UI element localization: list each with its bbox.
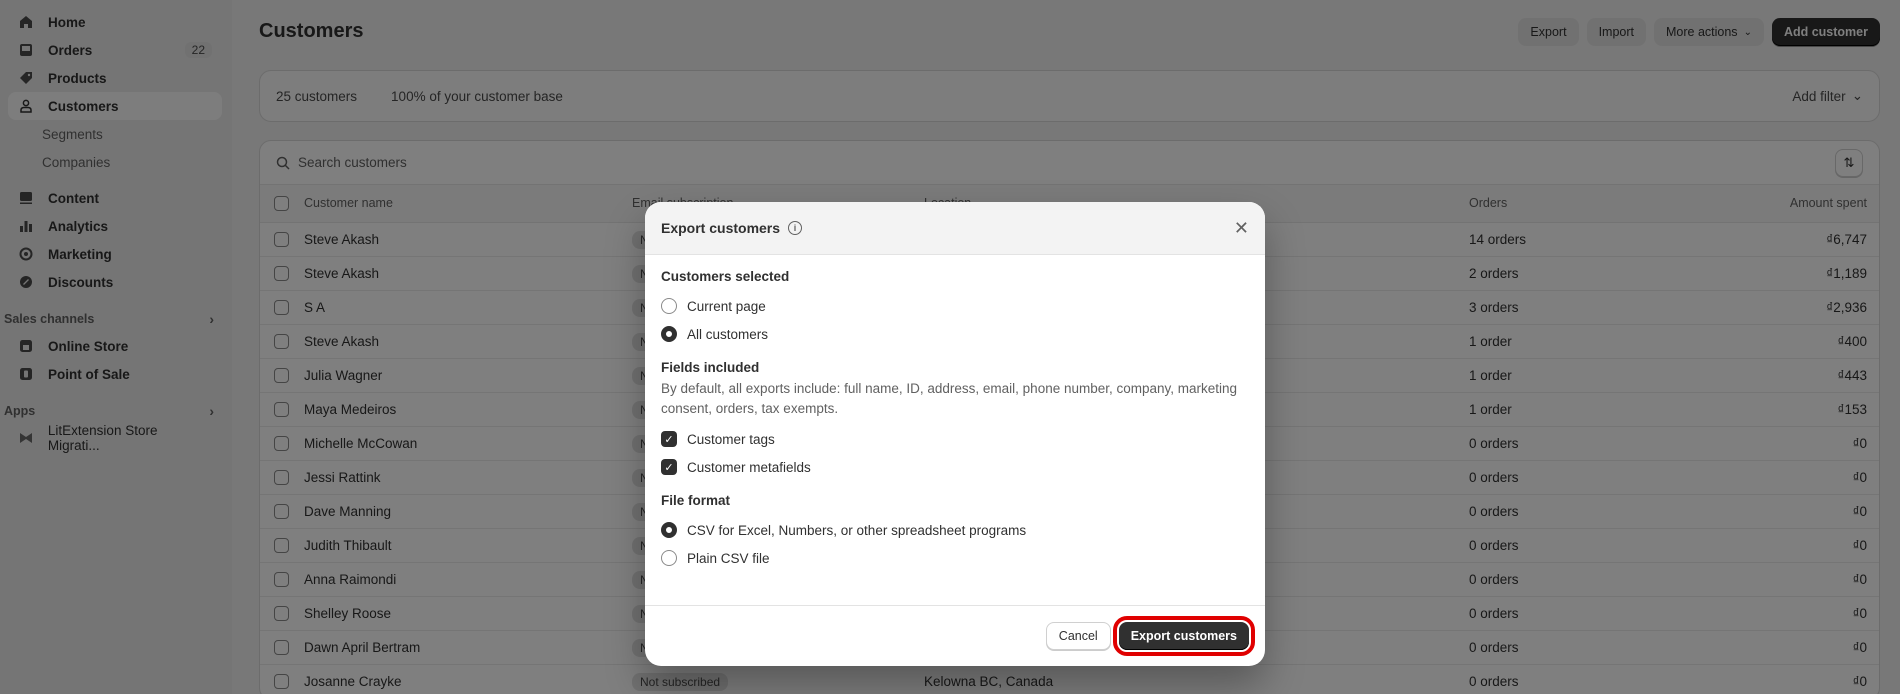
customers-selected-group: Customers selected Current page All cust… — [661, 269, 1249, 348]
radio-current-page[interactable]: Current page — [661, 292, 1249, 320]
export-customers-button[interactable]: Export customers — [1112, 616, 1256, 656]
fields-description: By default, all exports include: full na… — [661, 381, 1238, 416]
dialog-body: Customers selected Current page All cust… — [645, 255, 1265, 572]
export-customers-dialog: Export customers i ✕ Customers selected … — [645, 202, 1265, 666]
radio-button[interactable] — [661, 522, 677, 538]
info-icon[interactable]: i — [788, 221, 803, 235]
option-label: Customer metafields — [687, 459, 811, 475]
option-label: Current page — [687, 298, 766, 314]
checkbox-checked[interactable]: ✓ — [661, 459, 677, 475]
dialog-header: Export customers i ✕ — [645, 202, 1265, 255]
radio-button[interactable] — [661, 326, 677, 342]
cancel-button[interactable]: Cancel — [1045, 622, 1111, 650]
option-label: Customer tags — [687, 431, 775, 447]
fields-included-group: Fields included By default, all exports … — [661, 360, 1249, 481]
group-title: Customers selected — [661, 269, 790, 284]
radio-csv-excel[interactable]: CSV for Excel, Numbers, or other spreads… — [661, 516, 1249, 544]
option-label: CSV for Excel, Numbers, or other spreads… — [687, 522, 1027, 538]
option-label: All customers — [687, 326, 769, 342]
radio-all-customers[interactable]: All customers — [661, 320, 1249, 348]
file-format-group: File format CSV for Excel, Numbers, or o… — [661, 493, 1249, 572]
radio-button[interactable] — [661, 298, 677, 314]
group-title: File format — [661, 493, 731, 508]
dialog-title: Export customers — [661, 220, 781, 236]
checkbox-checked[interactable]: ✓ — [661, 431, 677, 447]
radio-button[interactable] — [661, 550, 677, 566]
radio-plain-csv[interactable]: Plain CSV file — [661, 544, 1249, 572]
group-title: Fields included — [661, 360, 760, 375]
option-label: Plain CSV file — [687, 550, 770, 566]
dialog-footer: Cancel Export customers — [645, 605, 1265, 666]
checkbox-customer-tags[interactable]: ✓ Customer tags — [661, 425, 1249, 453]
close-icon[interactable]: ✕ — [1234, 219, 1249, 237]
checkbox-customer-metafields[interactable]: ✓ Customer metafields — [661, 453, 1249, 481]
